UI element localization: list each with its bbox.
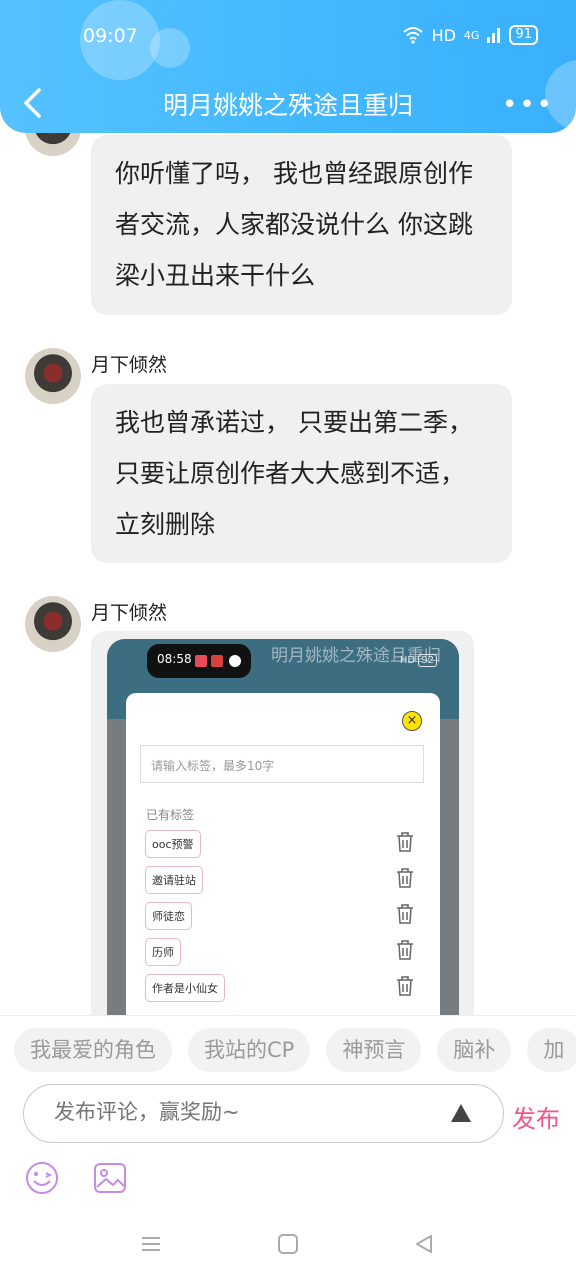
existing-tags-label: 已有标签 (146, 808, 195, 822)
trash-icon (397, 904, 413, 924)
menu-icon[interactable] (140, 1233, 162, 1255)
tag: 邀请驻站 (145, 866, 203, 894)
battery-indicator: 91 (509, 25, 538, 45)
comment-input[interactable] (54, 1100, 434, 1124)
tag-row: 师徒恋 (145, 902, 425, 930)
message-bubble: 我也曾承诺过， 只要出第二季，只要让原创作者大大感到不适，立刻删除 (91, 384, 512, 563)
message-bubble: 你听懂了吗， 我也曾经跟原创作者交流，人家都没说什么 你这跳梁小丑出来干什么 (91, 135, 512, 315)
tag: 师徒恋 (145, 902, 192, 930)
screenshot-status: HD 92 (400, 654, 437, 667)
home-icon[interactable] (277, 1233, 299, 1255)
topic-chip[interactable]: 脑补 (437, 1028, 512, 1072)
tag-row: ooc预警 (145, 830, 425, 858)
tag: 作者是小仙女 (145, 974, 225, 1002)
topic-chip[interactable]: 我站的CP (188, 1028, 311, 1072)
image-message[interactable]: 08:58 明月姚姚之殊途且重归 HD 92 × 请输入标签，最多10字 已有标… (91, 631, 474, 1031)
signal-icon (487, 28, 501, 43)
sender-name: 月下倾然 (91, 602, 168, 624)
tag-row: 作者是小仙女 (145, 974, 425, 1002)
avatar[interactable] (25, 596, 81, 652)
status-time: 09:07 (83, 25, 138, 47)
signal-4g-label: 4G (463, 28, 480, 42)
send-triangle-icon[interactable] (449, 1101, 473, 1125)
trash-icon (397, 940, 413, 960)
quick-topic-chips: 我最爱的角色 我站的CP 神预言 脑补 加 (14, 1028, 576, 1072)
sender-name: 月下倾然 (91, 354, 168, 376)
wifi-icon (402, 27, 423, 44)
topic-chip[interactable]: 我最爱的角色 (14, 1028, 172, 1072)
network-label: HD (431, 25, 456, 45)
header-bar: 09:07 HD 4G 91 明月姚姚之殊途且重归 ••• (0, 0, 576, 133)
trash-icon (397, 868, 413, 888)
chat-screen: 09:07 HD 4G 91 明月姚姚之殊途且重归 ••• 你听懂了吗， 我也曾… (0, 0, 576, 1280)
topic-chip[interactable]: 加 (527, 1028, 576, 1072)
screenshot-image: 08:58 明月姚姚之殊途且重归 HD 92 × 请输入标签，最多10字 已有标… (107, 639, 459, 1031)
tag: ooc预警 (145, 830, 201, 858)
publish-button[interactable]: 发布 (512, 1099, 560, 1134)
more-options-icon[interactable]: ••• (502, 90, 554, 120)
image-icon[interactable] (92, 1160, 128, 1196)
tag-row: 邀请驻站 (145, 866, 425, 894)
emoji-icon[interactable] (24, 1160, 60, 1196)
screenshot-time: 08:58 (157, 652, 192, 666)
comment-box (23, 1084, 504, 1143)
app-icons (195, 655, 241, 667)
status-icons: HD 4G 91 (402, 25, 538, 45)
avatar[interactable] (25, 348, 81, 404)
tag-input: 请输入标签，最多10字 (140, 745, 424, 783)
screenshot-notch: 08:58 (147, 644, 251, 678)
close-icon: × (402, 711, 422, 731)
tag-row: 历师 (145, 938, 425, 966)
back-nav-icon[interactable] (413, 1233, 435, 1255)
topic-chip[interactable]: 神预言 (326, 1028, 422, 1072)
tag: 历师 (145, 938, 181, 966)
page-title: 明月姚姚之殊途且重归 (162, 91, 413, 120)
trash-icon (397, 832, 413, 852)
tag-dialog: × 请输入标签，最多10字 已有标签 ooc预警 邀请驻站 师徒恋 历师 作者是… (126, 693, 440, 1031)
trash-icon (397, 976, 413, 996)
